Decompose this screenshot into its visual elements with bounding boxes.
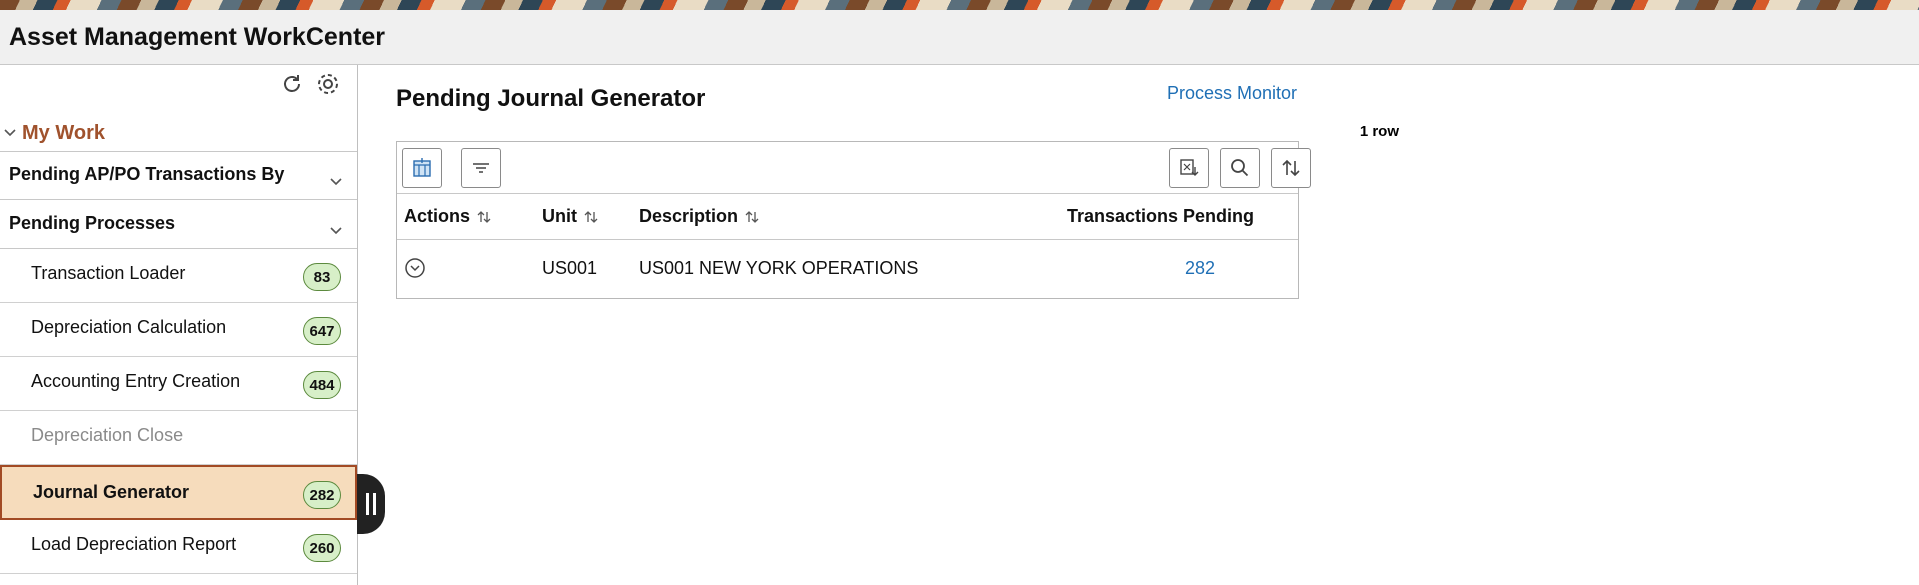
download-button[interactable] (1169, 148, 1209, 188)
item-load-depreciation-report[interactable]: Load Depreciation Report 260 (0, 520, 357, 574)
personalize-button[interactable] (402, 148, 442, 188)
grid-header-row: Actions Unit Description Transactions Pe… (397, 193, 1298, 240)
columns-icon (413, 158, 431, 177)
item-transaction-loader[interactable]: Transaction Loader 83 (0, 249, 357, 303)
item-depreciation-close: Depreciation Close (0, 411, 357, 465)
item-label: Load Depreciation Report (31, 534, 237, 554)
sort-icon (1282, 159, 1300, 177)
item-label: Transaction Loader (31, 263, 186, 283)
item-label: Journal Generator (33, 482, 190, 502)
chevron-down-icon (4, 129, 16, 137)
col-actions-label: Actions (404, 206, 471, 226)
item-label: Accounting Entry Creation (31, 371, 241, 391)
count-badge: 484 (303, 371, 341, 399)
group-pending-ap-po[interactable]: Pending AP/PO Transactions By (0, 151, 357, 200)
item-label: Depreciation Close (31, 425, 184, 445)
item-label: Depreciation Calculation (31, 317, 227, 337)
grid-title: Pending Journal Generator (396, 85, 706, 112)
search-icon (1231, 159, 1249, 177)
item-accounting-entry-creation[interactable]: Accounting Entry Creation 484 (0, 357, 357, 411)
group-label: Pending AP/PO Transactions By (9, 164, 285, 184)
cell-transactions-pending-link[interactable]: 282 (1185, 258, 1215, 279)
grid-toolbar (397, 142, 1311, 194)
cell-unit: US001 (542, 258, 598, 278)
export-icon (1180, 159, 1199, 176)
header-banner (0, 0, 1919, 10)
col-description-label: Description (639, 206, 739, 226)
page-title: Asset Management WorkCenter (9, 23, 386, 51)
my-work-label: My Work (22, 122, 105, 144)
app-header: Asset Management WorkCenter (0, 10, 1919, 65)
process-monitor-link[interactable]: Process Monitor (1167, 83, 1297, 104)
count-badge: 647 (303, 317, 341, 345)
group-pending-processes[interactable]: Pending Processes (0, 200, 357, 249)
left-panel: My Work Pending AP/PO Transactions By Pe… (0, 65, 358, 585)
sort-arrows-icon (477, 210, 491, 223)
col-description[interactable]: Description (639, 206, 760, 227)
left-panel-tools (279, 71, 341, 97)
row-actions-button[interactable] (404, 257, 426, 284)
item-journal-generator[interactable]: Journal Generator 282 (0, 465, 357, 520)
results-grid: Actions Unit Description Transactions Pe… (396, 141, 1311, 299)
table-row: US001 US001 NEW YORK OPERATIONS 282 (397, 239, 1298, 298)
my-work-section[interactable]: My Work (0, 117, 357, 152)
count-badge: 282 (303, 481, 341, 509)
gear-icon[interactable] (315, 71, 341, 97)
cell-description: US001 NEW YORK OPERATIONS (639, 258, 919, 278)
main-content: Pending Journal Generator Process Monito… (358, 65, 1919, 585)
count-badge: 260 (303, 534, 341, 562)
sort-button[interactable] (1271, 148, 1311, 188)
col-actions[interactable]: Actions (404, 206, 492, 227)
count-badge: 83 (303, 263, 341, 291)
col-unit[interactable]: Unit (542, 206, 599, 227)
col-transactions-pending: Transactions Pending (1067, 206, 1254, 227)
chevron-down-icon (330, 227, 342, 235)
group-label: Pending Processes (9, 213, 176, 233)
chevron-circle-down-icon (405, 258, 425, 278)
item-depreciation-calculation[interactable]: Depreciation Calculation 647 (0, 303, 357, 357)
filter-icon (473, 163, 489, 173)
filter-button[interactable] (461, 148, 501, 188)
refresh-icon[interactable] (279, 71, 305, 97)
col-unit-label: Unit (542, 206, 577, 226)
col-pending-label: Transactions Pending (1067, 206, 1255, 226)
search-button[interactable] (1220, 148, 1260, 188)
row-count: 1 row (1359, 123, 1399, 140)
chevron-down-icon (330, 178, 342, 186)
sort-arrows-icon (745, 210, 759, 223)
sort-arrows-icon (584, 210, 598, 223)
